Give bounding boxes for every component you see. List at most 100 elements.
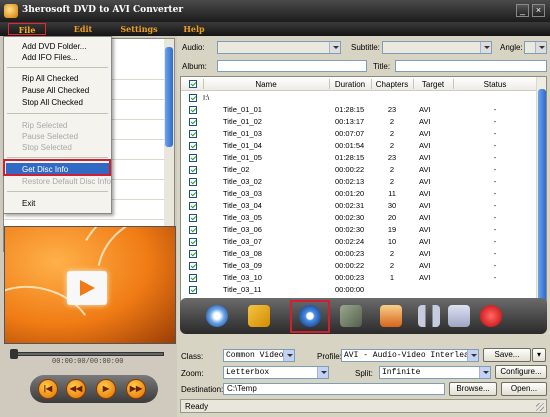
left-list-scroll-thumb[interactable] bbox=[165, 47, 173, 147]
forward-button[interactable]: ▶▶ bbox=[126, 379, 146, 399]
seek-slider[interactable] bbox=[10, 349, 164, 359]
row-chapters: 23 bbox=[387, 153, 397, 162]
menu-help[interactable]: Help bbox=[182, 23, 206, 35]
row-checkbox[interactable] bbox=[189, 274, 197, 282]
row-chapters: 11 bbox=[388, 189, 396, 198]
status-text: Ready bbox=[185, 402, 209, 411]
table-row[interactable]: Title_03_04 00:02:31 30 AVI - bbox=[181, 200, 537, 212]
table-row[interactable]: Title_03_05 00:02:30 20 AVI - bbox=[181, 212, 537, 224]
album-field[interactable] bbox=[217, 60, 367, 72]
table-vertical-scroll-thumb[interactable] bbox=[538, 89, 546, 319]
table-row[interactable]: Title_03_11 00:00:00 bbox=[181, 284, 537, 296]
menu-settings[interactable]: Settings bbox=[118, 23, 160, 35]
col-chapters[interactable]: Chapters bbox=[371, 80, 413, 89]
table-row[interactable]: Title_03_03 00:01:20 11 AVI - bbox=[181, 188, 537, 200]
table-row[interactable]: Title_03_08 00:00:23 2 AVI - bbox=[181, 248, 537, 260]
open-button[interactable]: Open... bbox=[501, 382, 547, 396]
previous-button[interactable]: |◀ bbox=[38, 379, 58, 399]
row-target: AVI bbox=[419, 153, 431, 162]
subtitle-select[interactable] bbox=[382, 41, 492, 54]
menu-add-dvd-folder[interactable]: Add DVD Folder... bbox=[22, 42, 86, 51]
menu-exit[interactable]: Exit bbox=[22, 199, 35, 208]
left-list-scrollbar[interactable] bbox=[164, 39, 174, 251]
table-row[interactable]: Title_03_09 00:00:22 2 AVI - bbox=[181, 260, 537, 272]
row-checkbox[interactable] bbox=[189, 94, 197, 102]
col-name[interactable]: Name bbox=[203, 80, 329, 89]
rewind-button[interactable]: ◀◀ bbox=[66, 379, 86, 399]
configure-button[interactable]: Configure... bbox=[495, 365, 547, 379]
resize-grip-icon[interactable] bbox=[536, 403, 544, 411]
check-all-checkbox[interactable] bbox=[189, 80, 197, 88]
table-row-root[interactable]: I:\ bbox=[181, 92, 537, 104]
stop-icon[interactable] bbox=[448, 305, 470, 327]
col-target[interactable]: Target bbox=[413, 80, 453, 89]
table-row[interactable]: Title_03_02 00:02:13 2 AVI - bbox=[181, 176, 537, 188]
row-checkbox[interactable] bbox=[189, 190, 197, 198]
table-row[interactable]: Title_01_01 01:28:15 23 AVI - bbox=[181, 104, 537, 116]
row-status: - bbox=[493, 177, 497, 186]
menu-rip-all-checked[interactable]: Rip All Checked bbox=[22, 74, 78, 83]
row-duration: 00:02:24 bbox=[335, 237, 365, 246]
row-checkbox[interactable] bbox=[189, 166, 197, 174]
menu-add-ifo-files[interactable]: Add IFO Files... bbox=[22, 53, 78, 62]
row-duration: 00:00:23 bbox=[335, 249, 365, 258]
row-checkbox[interactable] bbox=[189, 142, 197, 150]
row-checkbox[interactable] bbox=[189, 130, 197, 138]
table-row[interactable]: Title_03_07 00:02:24 10 AVI - bbox=[181, 236, 537, 248]
seek-slider-knob[interactable] bbox=[10, 349, 18, 359]
title-field[interactable] bbox=[395, 60, 547, 72]
row-name: Title_03_03 bbox=[223, 189, 262, 198]
menu-pause-all-checked[interactable]: Pause All Checked bbox=[22, 86, 89, 95]
row-checkbox[interactable] bbox=[189, 226, 197, 234]
angle-select[interactable] bbox=[524, 41, 547, 54]
output-folder-icon[interactable] bbox=[248, 305, 270, 327]
minimize-button[interactable]: _ bbox=[516, 4, 529, 17]
video-preview bbox=[4, 226, 176, 344]
table-row[interactable]: Title_03_10 00:00:23 1 AVI - bbox=[181, 272, 537, 284]
row-checkbox[interactable] bbox=[189, 178, 197, 186]
row-checkbox[interactable] bbox=[189, 202, 197, 210]
row-checkbox[interactable] bbox=[189, 214, 197, 222]
dvd-icon[interactable] bbox=[206, 305, 228, 327]
class-select[interactable]: Common Video bbox=[223, 349, 295, 362]
menu-file[interactable]: File bbox=[8, 23, 46, 35]
row-duration: 00:02:30 bbox=[335, 225, 365, 234]
row-checkbox[interactable] bbox=[189, 250, 197, 258]
pause-icon[interactable] bbox=[418, 305, 440, 327]
audio-select[interactable] bbox=[217, 41, 341, 54]
table-row[interactable]: Title_02 00:00:22 2 AVI - bbox=[181, 164, 537, 176]
zoom-select[interactable]: Letterbox bbox=[223, 366, 329, 379]
effect-icon[interactable] bbox=[380, 305, 402, 327]
table-row[interactable]: Title_03_06 00:02:30 19 AVI - bbox=[181, 224, 537, 236]
table-row[interactable]: Title_01_04 00:01:54 2 AVI - bbox=[181, 140, 537, 152]
col-status[interactable]: Status bbox=[453, 80, 537, 89]
destination-field[interactable]: C:\Temp bbox=[223, 383, 445, 395]
record-icon[interactable] bbox=[480, 305, 502, 327]
row-name: Title_03_07 bbox=[223, 237, 262, 246]
split-select[interactable]: Infinite bbox=[379, 366, 491, 379]
profile-select[interactable]: AVI - Audio-Video Interleaved bbox=[341, 349, 479, 362]
row-checkbox[interactable] bbox=[189, 118, 197, 126]
row-duration: 00:02:13 bbox=[335, 177, 365, 186]
table-row[interactable]: Title_01_02 00:13:17 2 AVI - bbox=[181, 116, 537, 128]
col-duration[interactable]: Duration bbox=[329, 80, 371, 89]
row-checkbox[interactable] bbox=[189, 154, 197, 162]
row-checkbox[interactable] bbox=[189, 106, 197, 114]
save-dropdown-button[interactable]: ▾ bbox=[532, 348, 546, 362]
row-duration: 00:00:00 bbox=[335, 285, 365, 294]
play-button[interactable]: ▶ bbox=[96, 379, 116, 399]
table-row[interactable]: Title_01_03 00:07:07 2 AVI - bbox=[181, 128, 537, 140]
row-chapters: 30 bbox=[387, 201, 397, 210]
table-row[interactable]: Title_01_05 01:28:15 23 AVI - bbox=[181, 152, 537, 164]
menu-edit[interactable]: Edit bbox=[70, 23, 96, 35]
menu-pause-selected: Pause Selected bbox=[22, 132, 79, 141]
menu-stop-all-checked[interactable]: Stop All Checked bbox=[22, 98, 83, 107]
row-checkbox[interactable] bbox=[189, 238, 197, 246]
row-checkbox[interactable] bbox=[189, 286, 197, 294]
row-checkbox[interactable] bbox=[189, 262, 197, 270]
close-button[interactable]: × bbox=[532, 4, 545, 17]
clip-icon[interactable] bbox=[340, 305, 362, 327]
browse-button[interactable]: Browse... bbox=[449, 382, 497, 396]
save-profile-button[interactable]: Save... bbox=[483, 348, 531, 362]
table-vertical-scrollbar[interactable] bbox=[536, 77, 546, 327]
